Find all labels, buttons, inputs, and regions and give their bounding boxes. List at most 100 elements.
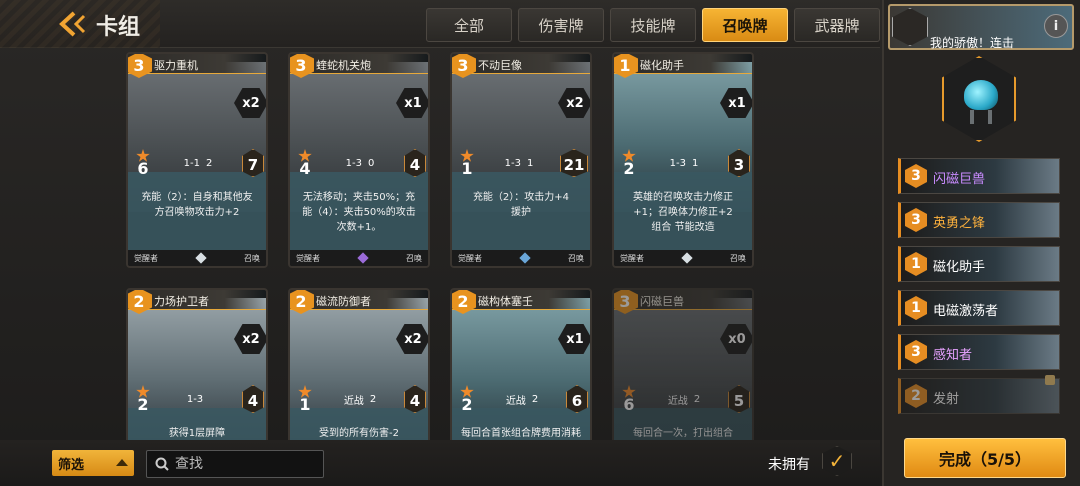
card-desc-line: 能（4）：夹击50%的攻击 (302, 207, 416, 218)
summon-card[interactable]: 1 磁化助手 x1 英雄的召唤攻击力修正 +1；召唤体力修正+2 组合 节能改造 2 1-3 1… (612, 52, 754, 268)
rarity-gem-icon (195, 252, 207, 264)
filter-dropdown[interactable]: 筛选 (52, 450, 134, 476)
range-stat: 1-1 2 (184, 158, 213, 169)
card-stats: 4 1-3 0 4 (294, 148, 426, 178)
deck-list-item[interactable]: 3 英勇之锋 (898, 202, 1060, 238)
range-value: 1-3 (345, 157, 362, 169)
hero-skill-text: 我的骄傲！连击 (930, 36, 1015, 50)
attack-stat: 4 (294, 149, 316, 178)
move-value: 1 (691, 157, 699, 169)
dropdown-arrow-icon (116, 459, 128, 466)
back-arrow-icon[interactable] (56, 10, 90, 38)
range-value: 1-1 (183, 157, 200, 169)
deck-item-cost: 3 (905, 208, 927, 232)
range-value: 1-3 (186, 393, 204, 405)
search-box (146, 450, 324, 478)
category-tabs: 全部 伤害牌 技能牌 召唤牌 武器牌 (426, 8, 880, 42)
card-description: 充能（2）：攻击力+4 援护 (452, 172, 590, 258)
rarity-gem-icon (681, 252, 693, 264)
card-class-label: 觉醒者 (620, 253, 644, 263)
card-type-label: 召唤 (406, 253, 422, 263)
card-stats: 2 1-3 4 (132, 384, 264, 414)
card-type-label: 召唤 (730, 253, 746, 263)
done-button[interactable]: 完成（5/5） (904, 438, 1066, 478)
range-stat: 1-3 0 (346, 158, 375, 169)
deck-list-item[interactable]: 2 发射 (898, 375, 1060, 414)
card-stats: 6 近战 2 5 (618, 384, 750, 414)
move-value: 2 (531, 393, 539, 405)
summon-card[interactable]: 3 不动巨像 x2 充能（2）：攻击力+4 援护 1 1-3 1 21 觉醒者 召唤 (450, 52, 592, 268)
deck-item-name: 闪磁巨兽 (933, 172, 986, 187)
move-value: 2 (205, 157, 213, 169)
card-type-label: 召唤 (244, 253, 260, 263)
card-desc-line: 获得1层屏障 (168, 428, 226, 439)
deck-item-cost: 1 (905, 296, 927, 320)
tab-4[interactable]: 武器牌 (794, 8, 880, 42)
summon-card[interactable]: 3 蝰蛇机关炮 x1 无法移动；夹击50%；充 能（4）：夹击50%的攻击 次数+1。 4 1… (288, 52, 430, 268)
card-desc-line: 方召唤物攻击力+2 (154, 207, 240, 218)
move-value: 2 (693, 393, 701, 405)
card-description: 充能（2）：自身和其他友 方召唤物攻击力+2 (128, 172, 266, 258)
info-icon[interactable]: i (1044, 14, 1068, 38)
deck-list-item[interactable]: 3 闪磁巨兽 (898, 158, 1060, 194)
attack-stat: 1 (456, 149, 478, 178)
tab-3[interactable]: 召唤牌 (702, 8, 788, 42)
attack-value: 6 (137, 159, 149, 178)
tab-0[interactable]: 全部 (426, 8, 512, 42)
health-stat: 4 (404, 385, 426, 413)
top-header: 卡组 全部 伤害牌 技能牌 召唤牌 武器牌 (0, 0, 880, 48)
filter-label: 筛选 (58, 457, 85, 473)
deck-list-item[interactable]: 1 电磁激荡者 (898, 290, 1060, 326)
card-class-label: 觉醒者 (296, 253, 320, 263)
card-footer: 觉醒者 召唤 (452, 250, 590, 266)
hero-portrait (942, 56, 1016, 142)
deck-list-item[interactable]: 1 磁化助手 (898, 246, 1060, 282)
attack-stat: 2 (132, 385, 154, 414)
tab-2[interactable]: 技能牌 (610, 8, 696, 42)
card-name: 力场护卫者 (154, 295, 209, 308)
attack-stat: 6 (618, 385, 640, 414)
page-title: 卡组 (96, 15, 141, 40)
attack-stat: 2 (456, 385, 478, 414)
card-desc-line: 组合 节能改造 (651, 222, 715, 233)
range-stat: 近战 2 (344, 392, 376, 407)
card-desc-line: 无法移动；夹击50%；充 (302, 192, 416, 203)
card-description: 无法移动；夹击50%；充 能（4）：夹击50%的攻击 次数+1。 (290, 172, 428, 258)
deck-item-cost: 3 (905, 340, 927, 364)
hero-banner[interactable]: 我的骄傲！连击 i (888, 4, 1074, 50)
range-value: 1-3 (504, 157, 521, 169)
card-desc-line: 每回合首张组合牌费用消耗 (461, 428, 581, 439)
card-description: 英雄的召唤攻击力修正 +1；召唤体力修正+2 组合 节能改造 (614, 172, 752, 258)
range-stat: 近战 2 (668, 392, 700, 407)
card-stats: 1 近战 2 4 (294, 384, 426, 414)
deck-list-item[interactable]: 3 感知者 (898, 334, 1060, 370)
deck-item-cost: 1 (905, 252, 927, 276)
card-desc-line: 援护 (511, 207, 531, 218)
deck-side-panel: 我的骄傲！连击 i 3 闪磁巨兽 3 英勇之锋 1 磁化助手 1 电磁激荡者 3 感知者 2 发射 完… (882, 0, 1080, 486)
range-value: 1-3 (669, 157, 686, 169)
deck-item-name: 发射 (933, 392, 960, 407)
card-desc-line: 次数+1。 (336, 222, 382, 233)
card-name: 蝰蛇机关炮 (316, 59, 371, 72)
range-stat: 1-3 1 (670, 158, 699, 169)
deck-item-name: 磁化助手 (933, 260, 986, 275)
card-name: 不动巨像 (478, 59, 522, 72)
card-stats: 1 1-3 1 21 (456, 148, 588, 178)
deck-item-name: 英勇之锋 (933, 216, 986, 231)
card-class-label: 觉醒者 (134, 253, 158, 263)
robot-leg-left (970, 110, 974, 124)
rarity-gem-icon (519, 252, 531, 264)
robot-portrait-icon (964, 80, 998, 110)
tab-1[interactable]: 伤害牌 (518, 8, 604, 42)
search-input[interactable] (175, 456, 315, 472)
lock-icon (1045, 375, 1055, 385)
range-stat: 1-3 (187, 394, 209, 405)
range-value: 近战 (343, 395, 364, 407)
attack-value: 2 (623, 159, 635, 178)
summon-card[interactable]: 3 驱力重机 x2 充能（2）：自身和其他友 方召唤物攻击力+2 6 1-1 2 7 觉醒者 召唤 (126, 52, 268, 268)
card-name: 闪磁巨兽 (640, 295, 684, 308)
health-stat: 3 (728, 149, 750, 177)
deck-item-cost: 3 (905, 164, 927, 188)
card-stats: 6 1-1 2 7 (132, 148, 264, 178)
attack-stat: 1 (294, 385, 316, 414)
